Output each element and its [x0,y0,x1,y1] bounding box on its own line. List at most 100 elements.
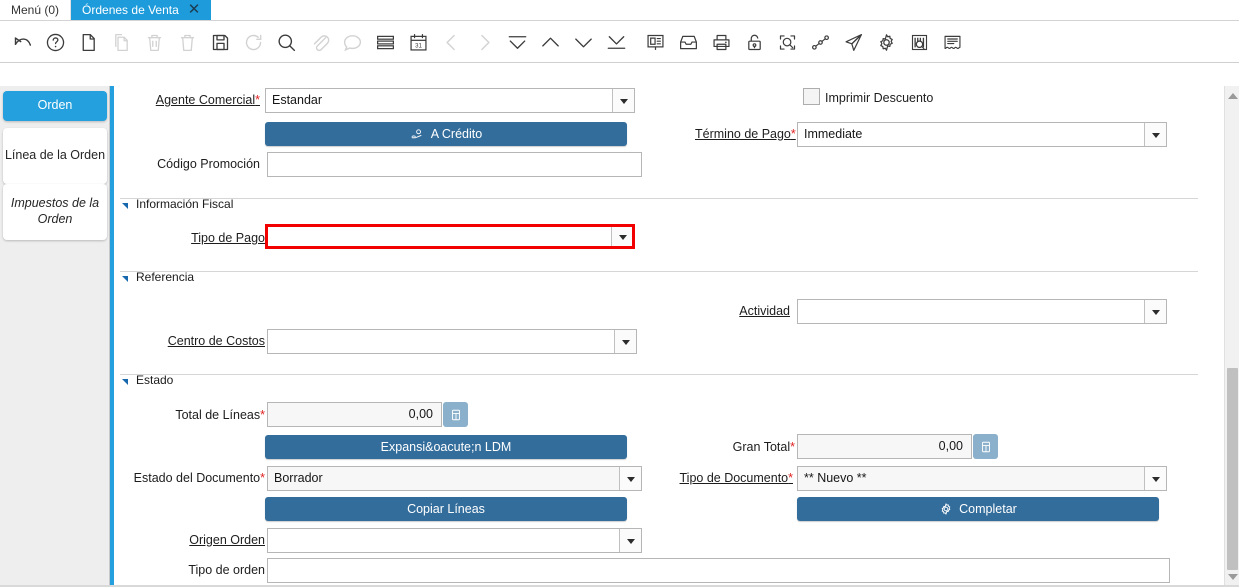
section-divider [120,374,1198,375]
section-title-informacion-fiscal: Información Fiscal [136,197,234,211]
gran-total-label: Gran Total* [732,440,795,454]
tab-menu-label: Menú (0) [11,2,60,17]
collapse-triangle-icon[interactable] [122,276,128,282]
svg-text:31: 31 [415,42,422,49]
zoom-across-icon[interactable] [771,26,804,59]
undo-icon[interactable] [6,26,39,59]
next-record-icon [468,26,501,59]
help-icon[interactable] [39,26,72,59]
close-icon[interactable]: ✕ [188,2,201,17]
tab-menu[interactable]: Menú (0) [0,0,72,20]
lock-icon[interactable] [738,26,771,59]
tipo-de-orden-label: Tipo de orden [188,563,265,577]
termino-de-pago-label: Término de Pago* [695,127,796,141]
scroll-up-arrow-icon[interactable] [1225,88,1239,104]
chevron-down-icon[interactable] [611,227,632,246]
sidebar-item-orden-label: Orden [37,98,73,113]
copy-record-icon [105,26,138,59]
gran-total-input: 0,00 [797,434,972,459]
tipo-de-documento-label: Tipo de Documento* [679,471,794,485]
tipo-de-documento-input[interactable]: ** Nuevo ** [797,466,1167,491]
copiar-lineas-button-label: Copiar Líneas [407,502,485,516]
tab-ordenes-de-venta-label: Órdenes de Venta [82,2,179,17]
record-tab-sidebar: Orden Línea de la Orden Impuestos de la … [0,86,110,587]
document-icon[interactable] [936,26,969,59]
last-record-icon[interactable] [600,26,633,59]
agente-comercial-label: Agente Comercial* [155,93,260,107]
section-divider [120,271,1198,272]
attachment-icon [303,26,336,59]
sidebar-item-linea-de-la-orden-label: Línea de la Orden [4,148,106,163]
calendar-icon[interactable]: 31 [402,26,435,59]
report-icon[interactable] [639,26,672,59]
section-title-estado: Estado [136,373,174,387]
order-form-panel: Agente Comercial* Estandar Imprimir Desc… [110,86,1224,587]
collapse-triangle-icon[interactable] [122,203,128,209]
hand-coin-icon [411,128,422,138]
expansion-ldm-button[interactable]: Expansi&oacute;n LDM [265,435,627,459]
copiar-lineas-button[interactable]: Copiar Líneas [265,497,627,521]
tipo-de-pago-input[interactable] [265,224,635,249]
panel-accent-bar [110,86,114,587]
completar-button[interactable]: Completar [797,497,1159,521]
imprimir-descuento-label: Imprimir Descuento [825,91,934,105]
main-toolbar: 31 [0,22,1239,63]
form-vertical-scrollbar[interactable] [1224,86,1239,587]
save-icon[interactable] [204,26,237,59]
chevron-down-icon[interactable] [619,529,641,552]
chevron-down-icon[interactable] [614,330,636,353]
chevron-down-icon[interactable] [612,89,634,112]
total-de-lineas-input: 0,00 [267,402,442,427]
origen-orden-label: Origen Orden [189,533,265,547]
archive-icon[interactable] [672,26,705,59]
codigo-promocion-input[interactable] [267,152,642,177]
chevron-down-icon[interactable] [619,467,641,490]
completar-button-label: Completar [959,502,1017,516]
grid-toggle-icon[interactable] [369,26,402,59]
codigo-promocion-label: Código Promoción [157,157,260,171]
estado-del-documento-input[interactable]: Borrador [267,466,642,491]
scroll-down-arrow-icon[interactable] [1225,569,1239,585]
barcode-icon[interactable] [903,26,936,59]
delete-icon [138,26,171,59]
send-icon[interactable] [837,26,870,59]
workflow-icon[interactable] [804,26,837,59]
first-record-icon[interactable] [501,26,534,59]
origen-orden-input[interactable] [267,528,642,553]
a-credito-button-label: A Crédito [430,127,483,141]
tipo-de-orden-input[interactable] [267,558,1170,583]
refresh-icon [237,26,270,59]
termino-de-pago-input[interactable]: Immediate [797,122,1167,147]
calculator-icon[interactable] [973,434,998,459]
previous-record-icon [435,26,468,59]
print-icon[interactable] [705,26,738,59]
previous-page-icon[interactable] [534,26,567,59]
collapse-triangle-icon[interactable] [122,379,128,385]
total-de-lineas-label: Total de Líneas* [175,408,265,422]
gear-icon [941,503,951,515]
imprimir-descuento-checkbox[interactable] [803,88,820,105]
chevron-down-icon[interactable] [1144,123,1166,146]
centro-de-costos-label: Centro de Costos [167,334,265,348]
sidebar-item-orden[interactable]: Orden [3,91,107,121]
next-page-icon[interactable] [567,26,600,59]
actividad-label: Actividad [739,304,790,318]
application-window: Menú (0) Órdenes de Venta ✕ 31 Orden Lín… [0,0,1239,587]
sidebar-item-impuestos-de-la-orden-label: Impuestos de la Orden [10,196,100,226]
actividad-input[interactable] [797,299,1167,324]
new-record-icon[interactable] [72,26,105,59]
sidebar-item-linea-de-la-orden[interactable]: Línea de la Orden [3,128,107,184]
chevron-down-icon[interactable] [1144,467,1166,490]
sidebar-item-impuestos-de-la-orden[interactable]: Impuestos de la Orden [3,184,107,240]
search-icon[interactable] [270,26,303,59]
scrollbar-thumb[interactable] [1227,368,1238,570]
tab-ordenes-de-venta[interactable]: Órdenes de Venta ✕ [71,0,212,20]
calculator-icon[interactable] [443,402,468,427]
settings-icon[interactable] [870,26,903,59]
centro-de-costos-input[interactable] [267,329,637,354]
estado-del-documento-label: Estado del Documento* [133,471,265,485]
chevron-down-icon[interactable] [1144,300,1166,323]
a-credito-button[interactable]: A Crédito [265,122,627,146]
agente-comercial-input[interactable]: Estandar [265,88,635,113]
window-tab-bar: Menú (0) Órdenes de Venta ✕ [0,0,1239,21]
